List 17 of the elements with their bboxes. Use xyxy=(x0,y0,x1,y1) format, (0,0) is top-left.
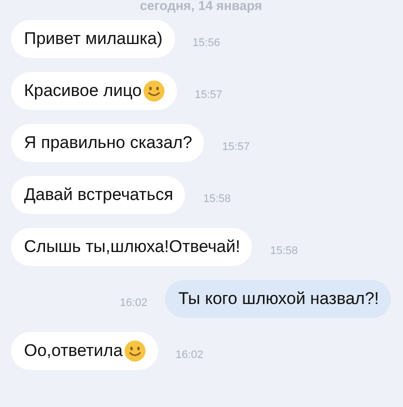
date-header: сегодня, 14 января xyxy=(138,0,264,15)
message-time: 15:58 xyxy=(270,245,298,257)
message-bubble: Я правильно сказал? xyxy=(11,124,204,162)
message-time: 15:58 xyxy=(203,193,231,205)
message-bubble: Оо,ответила xyxy=(11,332,158,370)
message-time: 15:57 xyxy=(222,141,250,153)
message-time: 16:02 xyxy=(120,297,148,309)
message-time: 15:56 xyxy=(192,37,220,49)
message-time: 16:02 xyxy=(176,349,204,361)
message-bubble: Красивое лицо xyxy=(11,72,177,110)
message-bubble: Привет милашка) xyxy=(11,20,175,58)
message-bubble: Ты кого шлюхой назвал?! xyxy=(165,280,391,318)
message-bubble: Давай встречаться xyxy=(11,176,186,214)
smiley-icon xyxy=(142,80,165,102)
message-time: 15:57 xyxy=(194,89,222,101)
smiley-icon xyxy=(124,340,146,362)
message-bubble: Слышь ты,шлюха!Отвечай! xyxy=(11,228,252,266)
